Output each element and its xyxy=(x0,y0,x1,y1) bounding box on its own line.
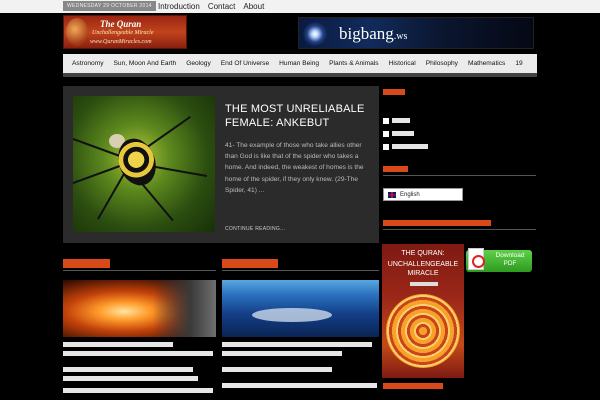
main-nav: Astronomy Sun, Moon And Earth Geology En… xyxy=(63,54,537,73)
nav-item-human-being[interactable]: Human Being xyxy=(274,60,324,67)
page: WEDNESDAY 29 OCTOBER 2014 Introduction C… xyxy=(0,0,600,400)
quran-logo-icon xyxy=(66,18,88,46)
nav-item-historical[interactable]: Historical xyxy=(384,60,421,67)
sidebar-heading-bottom xyxy=(383,383,443,389)
download-pdf-label: Download PDF xyxy=(495,252,525,267)
post-image-fire[interactable] xyxy=(63,280,216,337)
nav-item-19[interactable]: 19 xyxy=(510,60,527,67)
quran-banner-site: www.QuranMiracles.com xyxy=(90,39,152,45)
top-link-contact[interactable]: Contact xyxy=(208,0,236,13)
download-pdf-button[interactable]: Download PDF xyxy=(466,248,532,272)
sidebar-heading-block xyxy=(383,89,405,95)
sidebar-item[interactable] xyxy=(383,127,428,140)
section-header-right[interactable] xyxy=(222,259,278,268)
nav-item-astronomy[interactable]: Astronomy xyxy=(67,60,109,67)
pdf-icon xyxy=(468,248,485,270)
featured-excerpt: 41- The example of those who take allies… xyxy=(225,142,364,194)
featured-post: THE MOST UNRELIABALE FEMALE: ANKEBUT 41-… xyxy=(63,86,379,243)
sidebar-item[interactable] xyxy=(383,140,428,153)
sidebar-list xyxy=(383,114,428,153)
language-select[interactable]: English xyxy=(383,188,463,201)
bigbang-name: bigbang xyxy=(339,24,394,43)
book-heading xyxy=(383,220,491,226)
featured-title[interactable]: THE MOST UNRELIABALE FEMALE: ANKEBUT xyxy=(225,102,375,130)
nav-item-philosophy[interactable]: Philosophy xyxy=(421,60,463,67)
star-icon xyxy=(302,22,328,46)
post-title-line[interactable] xyxy=(63,367,193,372)
bigbang-banner[interactable]: bigbang.ws xyxy=(298,17,534,49)
sidebar-heading xyxy=(383,89,453,96)
nav-item-geology[interactable]: Geology xyxy=(181,60,216,67)
post-title-line[interactable] xyxy=(63,388,213,393)
book-title-line2: UNCHALLENGEABLE MIRACLE xyxy=(387,261,459,277)
top-link-about[interactable]: About xyxy=(243,0,264,13)
section-header-left[interactable] xyxy=(63,259,110,268)
quran-banner[interactable]: The Quran Unchallengeable Miracle www.Qu… xyxy=(63,15,187,49)
post-title-line[interactable] xyxy=(63,351,213,356)
bullet-icon xyxy=(383,143,389,150)
language-value: English xyxy=(400,191,420,198)
sidebar-item-label xyxy=(392,118,410,123)
date-badge: WEDNESDAY 29 OCTOBER 2014 xyxy=(63,1,156,11)
post-title-line[interactable] xyxy=(63,342,173,347)
sidebar-rule xyxy=(383,175,536,176)
post-image-earth[interactable] xyxy=(222,280,379,337)
nav-item-mathematics[interactable]: Mathematics xyxy=(463,60,510,67)
bigbang-logo: bigbang.ws xyxy=(339,24,407,44)
featured-image-spider[interactable] xyxy=(73,96,215,232)
language-heading xyxy=(383,166,408,172)
book-author xyxy=(410,282,438,286)
nav-divider xyxy=(63,73,537,77)
quran-banner-subtitle: Unchallengeable Miracle xyxy=(92,30,154,36)
mandala-image xyxy=(386,294,460,368)
top-link-introduction[interactable]: Introduction xyxy=(158,0,200,13)
top-links: Introduction Contact About xyxy=(158,0,264,13)
bullet-icon xyxy=(383,117,389,124)
post-title-line[interactable] xyxy=(222,351,342,356)
book-cover[interactable]: THE QURAN: UNCHALLENGEABLE MIRACLE xyxy=(382,244,464,378)
book-title-line1: THE QURAN: xyxy=(401,250,445,257)
quran-banner-title: The Quran xyxy=(100,19,142,29)
sidebar-item-label xyxy=(392,144,428,149)
sidebar-item-label xyxy=(392,131,414,136)
post-title-line[interactable] xyxy=(222,383,377,388)
continue-reading-link[interactable]: CONTINUE READING... xyxy=(225,226,285,232)
post-title-line[interactable] xyxy=(222,367,332,372)
sidebar-rule xyxy=(383,229,536,230)
post-title-line[interactable] xyxy=(222,342,372,347)
section-rule-right xyxy=(222,270,379,271)
bigbang-tld: .ws xyxy=(393,31,408,42)
nav-item-end-of-universe[interactable]: End Of Universe xyxy=(216,60,274,67)
post-title-line[interactable] xyxy=(63,376,198,381)
section-rule-left xyxy=(63,270,216,271)
sidebar-item[interactable] xyxy=(383,114,428,127)
nav-item-sun-moon-earth[interactable]: Sun, Moon And Earth xyxy=(109,60,182,67)
nav-item-plants-animals[interactable]: Plants & Animals xyxy=(324,60,383,67)
uk-flag-icon xyxy=(388,191,396,198)
bullet-icon xyxy=(383,130,389,137)
top-bar: WEDNESDAY 29 OCTOBER 2014 Introduction C… xyxy=(0,0,600,13)
